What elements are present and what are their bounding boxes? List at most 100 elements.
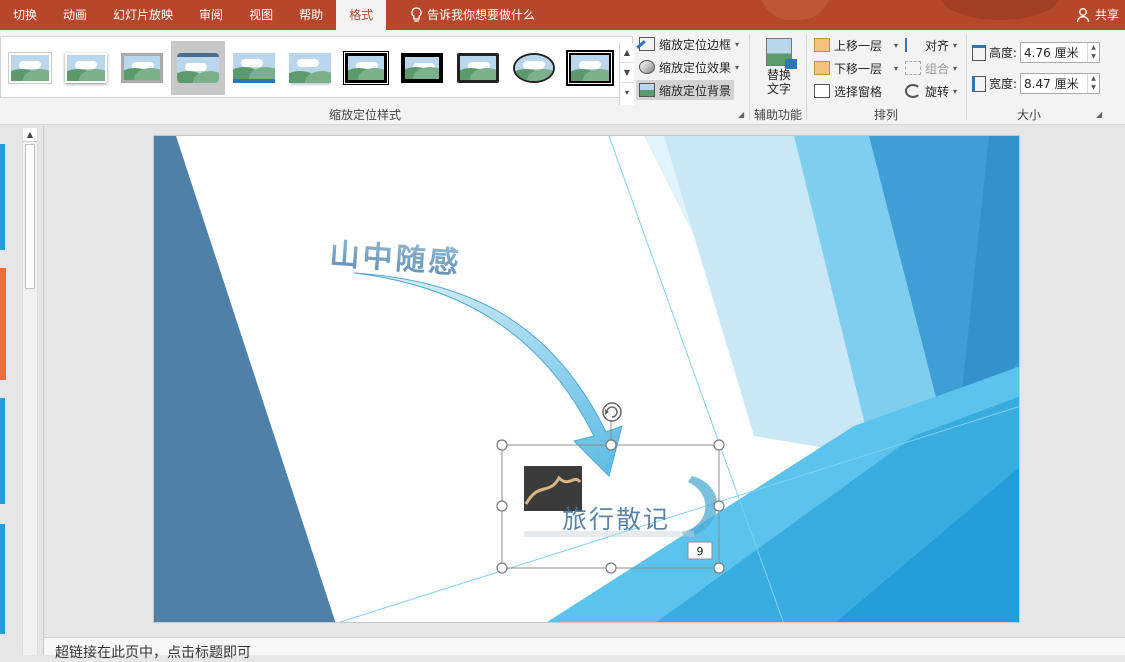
slide-thumbnail-selected[interactable] (0, 268, 6, 380)
resize-handle[interactable] (713, 439, 725, 451)
zoom-style-8[interactable] (395, 41, 449, 95)
dialog-launcher-icon[interactable]: ◢ (738, 110, 744, 119)
ribbon-tab-bar: 切换 动画 幻灯片放映 审阅 视图 帮助 格式 告诉我你想要做什么 共享 (0, 0, 1125, 30)
alt-text-label-2: 文字 (766, 82, 791, 96)
zoom-style-1[interactable] (3, 41, 57, 95)
bring-forward-icon (814, 38, 830, 52)
zoom-style-10[interactable] (507, 41, 561, 95)
align-button[interactable]: 对齐 ▾ (902, 35, 960, 55)
slide-canvas[interactable]: 山中随感 旅行散记 9 (153, 135, 1020, 623)
effect-icon (639, 60, 655, 74)
tab-transitions[interactable]: 切换 (0, 0, 50, 30)
scroll-up-icon[interactable]: ▲ (23, 128, 37, 142)
slide-thumbnail[interactable] (0, 144, 5, 250)
width-label: 宽度: (989, 77, 1018, 91)
resize-handle[interactable] (496, 439, 508, 451)
zoom-style-2[interactable] (59, 41, 113, 95)
zoom-slide-number: 9 (697, 545, 704, 558)
align-icon (905, 38, 921, 52)
share-button[interactable]: 共享 (1076, 0, 1119, 30)
height-input[interactable]: 4.76 厘米 ▲ ▼ (1020, 42, 1101, 63)
chevron-down-icon: ▾ (894, 63, 899, 73)
zoom-style-9[interactable] (451, 41, 505, 95)
resize-handle[interactable] (713, 562, 725, 574)
accessibility-group-label: 辅助功能 (753, 108, 802, 122)
alt-text-icon (766, 38, 797, 69)
slide-thumbnail[interactable] (0, 524, 5, 634)
tab-slideshow[interactable]: 幻灯片放映 (100, 0, 186, 30)
title-bar-decoration (940, 0, 1060, 20)
send-backward-label: 下移一层 (834, 61, 883, 76)
zoom-style-6[interactable] (283, 41, 337, 95)
bring-forward-button[interactable]: 上移一层 ▾ (811, 35, 901, 55)
title-bar-decoration (760, 0, 830, 20)
alt-text-button[interactable]: 替换 文字 (758, 34, 800, 96)
rotate-icon (905, 84, 921, 98)
resize-handle[interactable] (605, 562, 617, 574)
rotate-button[interactable]: 旋转 ▾ (902, 81, 960, 101)
selection-pane-label: 选择窗格 (834, 84, 883, 99)
tell-me-search[interactable]: 告诉我你想要做什么 (410, 0, 535, 30)
slide-thumbnail-panel: ▲ (0, 126, 44, 655)
gallery-down-button[interactable]: ▼ (620, 63, 634, 83)
group-button[interactable]: 组合 ▾ (902, 58, 960, 78)
share-label: 共享 (1094, 8, 1119, 22)
gallery-up-button[interactable]: ▲ (620, 43, 634, 63)
tab-help[interactable]: 帮助 (286, 0, 336, 30)
width-input[interactable]: 8.47 厘米 ▲ ▼ (1020, 73, 1101, 94)
height-icon (972, 44, 986, 61)
width-row: 宽度: 8.47 厘米 ▲ ▼ (972, 73, 1101, 94)
notes-pane[interactable]: 超链接在此页中，点击标题即可 (44, 637, 1125, 661)
zoom-style-5[interactable] (227, 41, 281, 95)
zoom-style-11[interactable] (563, 41, 617, 95)
tell-me-text: 告诉我你想要做什么 (427, 8, 536, 22)
resize-handle[interactable] (496, 562, 508, 574)
send-backward-button[interactable]: 下移一层 ▾ (811, 58, 901, 78)
scroll-thumb[interactable] (25, 144, 35, 289)
width-value: 8.47 厘米 (1024, 77, 1079, 91)
zoom-style-4[interactable] (171, 41, 225, 95)
rotation-handle-icon[interactable] (602, 402, 622, 422)
chevron-down-icon: ▾ (894, 40, 899, 50)
selection-pane-button[interactable]: 选择窗格 (811, 81, 885, 101)
zoom-style-3[interactable] (115, 41, 169, 95)
group-icon (905, 61, 921, 75)
notes-text: 超链接在此页中，点击标题即可 (55, 645, 251, 661)
height-row: 高度: 4.76 厘米 ▲ ▼ (972, 42, 1101, 63)
ribbon-format: ▲ ▼ ▾ 缩放定位边框 ▾ 缩放定位效果 ▾ 缩放定位背景 缩放定位样式 ◢ … (0, 30, 1125, 125)
rotate-label: 旋转 (925, 84, 950, 99)
resize-handle[interactable] (713, 500, 725, 512)
gallery-scroll: ▲ ▼ ▾ (619, 43, 634, 105)
person-icon (1076, 8, 1090, 23)
slide-background-art: 山中随感 旅行散记 9 (154, 136, 1019, 622)
slide-thumbnail[interactable] (0, 398, 5, 504)
tab-review[interactable]: 审阅 (186, 0, 236, 30)
zoom-effect-button[interactable]: 缩放定位效果 ▾ (636, 57, 742, 77)
height-spinner[interactable]: ▲ ▼ (1087, 43, 1099, 62)
zoom-style-gallery: ▲ ▼ ▾ (0, 36, 634, 105)
zoom-background-label: 缩放定位背景 (659, 83, 732, 98)
tab-animations[interactable]: 动画 (50, 0, 100, 30)
zoom-effect-label: 缩放定位效果 (659, 60, 732, 75)
width-spinner[interactable]: ▲ ▼ (1087, 74, 1099, 93)
ribbon-tabs: 切换 动画 幻灯片放映 审阅 视图 帮助 格式 (0, 0, 387, 30)
chevron-down-icon: ▾ (735, 39, 740, 49)
thumbnail-scrollbar[interactable]: ▲ (22, 128, 38, 655)
zoom-style-group-label: 缩放定位样式 (328, 108, 401, 122)
gallery-more-button[interactable]: ▾ (620, 83, 634, 103)
send-backward-icon (814, 61, 830, 75)
dialog-launcher-icon[interactable]: ◢ (1096, 110, 1102, 119)
border-pen-icon (639, 37, 655, 51)
size-group-label: 大小 (1016, 108, 1041, 122)
zoom-background-button[interactable]: 缩放定位背景 (636, 80, 735, 100)
tab-format[interactable]: 格式 (336, 0, 387, 30)
tab-view[interactable]: 视图 (236, 0, 286, 30)
zoom-style-7[interactable] (339, 41, 393, 95)
resize-handle[interactable] (496, 500, 508, 512)
chevron-down-icon: ▾ (953, 86, 958, 96)
lightbulb-icon (411, 7, 422, 22)
align-label: 对齐 (925, 38, 950, 53)
zoom-border-button[interactable]: 缩放定位边框 ▾ (636, 34, 742, 54)
resize-handle[interactable] (605, 439, 617, 451)
chevron-down-icon: ▾ (953, 63, 958, 73)
